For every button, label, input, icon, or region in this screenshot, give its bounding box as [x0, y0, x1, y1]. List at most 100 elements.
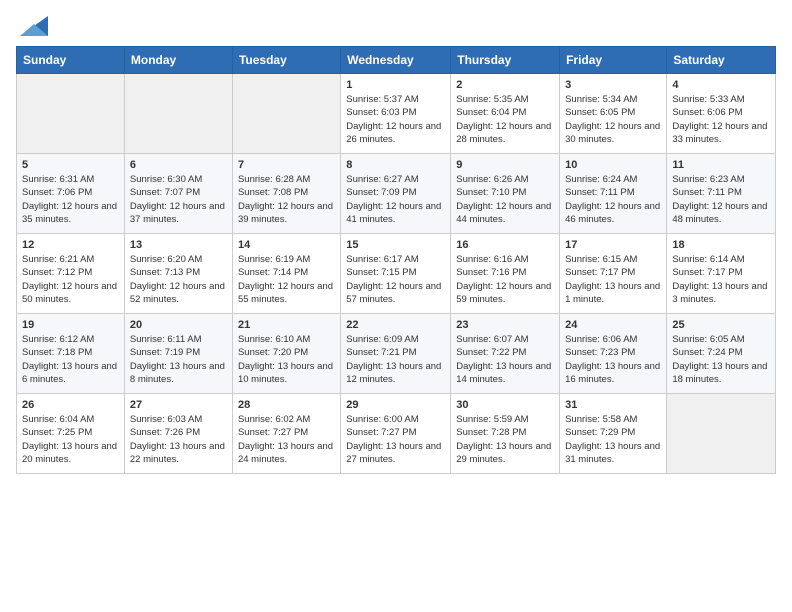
day-cell: 20 Sunrise: 6:11 AMSunset: 7:19 PMDayligh…	[124, 314, 232, 394]
day-cell	[667, 394, 776, 474]
day-cell: 25 Sunrise: 6:05 AMSunset: 7:24 PMDayligh…	[667, 314, 776, 394]
day-cell: 18 Sunrise: 6:14 AMSunset: 7:17 PMDayligh…	[667, 234, 776, 314]
day-number: 19	[22, 319, 119, 331]
day-number: 2	[456, 79, 554, 91]
day-number: 22	[346, 319, 445, 331]
cell-content: Sunrise: 6:03 AMSunset: 7:26 PMDaylight:…	[130, 413, 227, 466]
day-number: 27	[130, 399, 227, 411]
cell-content: Sunrise: 6:14 AMSunset: 7:17 PMDaylight:…	[672, 253, 770, 306]
day-cell: 29 Sunrise: 6:00 AMSunset: 7:27 PMDayligh…	[341, 394, 451, 474]
day-cell: 31 Sunrise: 5:58 AMSunset: 7:29 PMDayligh…	[560, 394, 667, 474]
cell-content: Sunrise: 5:59 AMSunset: 7:28 PMDaylight:…	[456, 413, 554, 466]
day-number: 29	[346, 399, 445, 411]
day-number: 24	[565, 319, 661, 331]
day-cell: 19 Sunrise: 6:12 AMSunset: 7:18 PMDayligh…	[17, 314, 125, 394]
header-cell-sunday: Sunday	[17, 47, 125, 74]
day-number: 4	[672, 79, 770, 91]
cell-content: Sunrise: 6:15 AMSunset: 7:17 PMDaylight:…	[565, 253, 661, 306]
day-cell: 10Sunrise: 6:24 AMSunset: 7:11 PMDayligh…	[560, 154, 667, 234]
cell-content: Sunrise: 6:04 AMSunset: 7:25 PMDaylight:…	[22, 413, 119, 466]
day-cell: 12 Sunrise: 6:21 AMSunset: 7:12 PMDayligh…	[17, 234, 125, 314]
cell-content: Sunrise: 5:35 AMSunset: 6:04 PMDaylight:…	[456, 93, 554, 146]
cell-content: Sunrise: 6:05 AMSunset: 7:24 PMDaylight:…	[672, 333, 770, 386]
week-row-1: 1Sunrise: 5:37 AMSunset: 6:03 PMDaylight…	[17, 74, 776, 154]
cell-content: Sunrise: 6:17 AMSunset: 7:15 PMDaylight:…	[346, 253, 445, 306]
day-number: 12	[22, 239, 119, 251]
day-number: 25	[672, 319, 770, 331]
day-cell: 1Sunrise: 5:37 AMSunset: 6:03 PMDaylight…	[341, 74, 451, 154]
cell-content: Sunrise: 6:21 AMSunset: 7:12 PMDaylight:…	[22, 253, 119, 306]
logo-icon	[20, 16, 48, 36]
header-cell-tuesday: Tuesday	[232, 47, 340, 74]
cell-content: Sunrise: 6:23 AMSunset: 7:11 PMDaylight:…	[672, 173, 770, 226]
day-cell: 15 Sunrise: 6:17 AMSunset: 7:15 PMDayligh…	[341, 234, 451, 314]
cell-content: Sunrise: 6:02 AMSunset: 7:27 PMDaylight:…	[238, 413, 335, 466]
calendar-header-row: SundayMondayTuesdayWednesdayThursdayFrid…	[17, 47, 776, 74]
day-cell: 17 Sunrise: 6:15 AMSunset: 7:17 PMDayligh…	[560, 234, 667, 314]
day-number: 31	[565, 399, 661, 411]
header-cell-thursday: Thursday	[451, 47, 560, 74]
cell-content: Sunrise: 6:20 AMSunset: 7:13 PMDaylight:…	[130, 253, 227, 306]
cell-content: Sunrise: 6:31 AMSunset: 7:06 PMDaylight:…	[22, 173, 119, 226]
day-number: 28	[238, 399, 335, 411]
cell-content: Sunrise: 6:30 AMSunset: 7:07 PMDaylight:…	[130, 173, 227, 226]
day-number: 8	[346, 159, 445, 171]
day-cell	[232, 74, 340, 154]
day-number: 21	[238, 319, 335, 331]
cell-content: Sunrise: 6:10 AMSunset: 7:20 PMDaylight:…	[238, 333, 335, 386]
day-cell: 3 Sunrise: 5:34 AMSunset: 6:05 PMDaylight…	[560, 74, 667, 154]
day-number: 11	[672, 159, 770, 171]
day-number: 18	[672, 239, 770, 251]
logo	[16, 16, 48, 36]
calendar-table: SundayMondayTuesdayWednesdayThursdayFrid…	[16, 46, 776, 474]
day-cell: 5Sunrise: 6:31 AMSunset: 7:06 PMDaylight…	[17, 154, 125, 234]
day-cell: 6 Sunrise: 6:30 AMSunset: 7:07 PMDaylight…	[124, 154, 232, 234]
cell-content: Sunrise: 6:00 AMSunset: 7:27 PMDaylight:…	[346, 413, 445, 466]
day-cell: 4 Sunrise: 5:33 AMSunset: 6:06 PMDaylight…	[667, 74, 776, 154]
header	[16, 16, 776, 36]
cell-content: Sunrise: 6:06 AMSunset: 7:23 PMDaylight:…	[565, 333, 661, 386]
header-cell-saturday: Saturday	[667, 47, 776, 74]
day-cell: 28 Sunrise: 6:02 AMSunset: 7:27 PMDayligh…	[232, 394, 340, 474]
day-cell: 23 Sunrise: 6:07 AMSunset: 7:22 PMDayligh…	[451, 314, 560, 394]
day-number: 15	[346, 239, 445, 251]
header-cell-friday: Friday	[560, 47, 667, 74]
day-number: 23	[456, 319, 554, 331]
cell-content: Sunrise: 6:12 AMSunset: 7:18 PMDaylight:…	[22, 333, 119, 386]
day-number: 13	[130, 239, 227, 251]
day-cell: 21 Sunrise: 6:10 AMSunset: 7:20 PMDayligh…	[232, 314, 340, 394]
day-number: 16	[456, 239, 554, 251]
day-number: 14	[238, 239, 335, 251]
cell-content: Sunrise: 6:16 AMSunset: 7:16 PMDaylight:…	[456, 253, 554, 306]
day-number: 20	[130, 319, 227, 331]
day-cell: 24 Sunrise: 6:06 AMSunset: 7:23 PMDayligh…	[560, 314, 667, 394]
day-cell: 13 Sunrise: 6:20 AMSunset: 7:13 PMDayligh…	[124, 234, 232, 314]
day-cell: 26Sunrise: 6:04 AMSunset: 7:25 PMDayligh…	[17, 394, 125, 474]
day-number: 30	[456, 399, 554, 411]
day-cell: 9 Sunrise: 6:26 AMSunset: 7:10 PMDaylight…	[451, 154, 560, 234]
day-number: 6	[130, 159, 227, 171]
cell-content: Sunrise: 6:09 AMSunset: 7:21 PMDaylight:…	[346, 333, 445, 386]
day-cell: 22 Sunrise: 6:09 AMSunset: 7:21 PMDayligh…	[341, 314, 451, 394]
cell-content: Sunrise: 5:58 AMSunset: 7:29 PMDaylight:…	[565, 413, 661, 466]
header-cell-monday: Monday	[124, 47, 232, 74]
day-cell: 14Sunrise: 6:19 AMSunset: 7:14 PMDayligh…	[232, 234, 340, 314]
cell-content: Sunrise: 6:11 AMSunset: 7:19 PMDaylight:…	[130, 333, 227, 386]
day-cell: 16 Sunrise: 6:16 AMSunset: 7:16 PMDayligh…	[451, 234, 560, 314]
day-number: 17	[565, 239, 661, 251]
day-cell: 2 Sunrise: 5:35 AMSunset: 6:04 PMDaylight…	[451, 74, 560, 154]
day-number: 10	[565, 159, 661, 171]
day-cell: 30 Sunrise: 5:59 AMSunset: 7:28 PMDayligh…	[451, 394, 560, 474]
cell-content: Sunrise: 5:33 AMSunset: 6:06 PMDaylight:…	[672, 93, 770, 146]
cell-content: Sunrise: 6:28 AMSunset: 7:08 PMDaylight:…	[238, 173, 335, 226]
day-number: 9	[456, 159, 554, 171]
day-cell	[17, 74, 125, 154]
cell-content: Sunrise: 6:26 AMSunset: 7:10 PMDaylight:…	[456, 173, 554, 226]
cell-content: Sunrise: 6:27 AMSunset: 7:09 PMDaylight:…	[346, 173, 445, 226]
day-number: 3	[565, 79, 661, 91]
cell-content: Sunrise: 6:07 AMSunset: 7:22 PMDaylight:…	[456, 333, 554, 386]
week-row-2: 5Sunrise: 6:31 AMSunset: 7:06 PMDaylight…	[17, 154, 776, 234]
day-cell: 8 Sunrise: 6:27 AMSunset: 7:09 PMDaylight…	[341, 154, 451, 234]
cell-content: Sunrise: 5:37 AMSunset: 6:03 PMDaylight:…	[346, 93, 445, 146]
cell-content: Sunrise: 5:34 AMSunset: 6:05 PMDaylight:…	[565, 93, 661, 146]
